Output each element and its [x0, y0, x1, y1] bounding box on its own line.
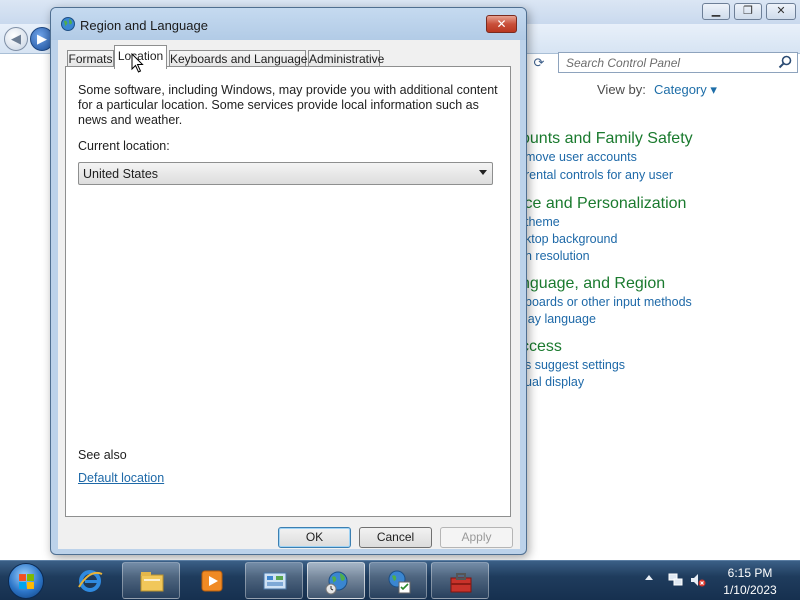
- taskbar-internet-explorer[interactable]: [61, 562, 119, 599]
- cancel-button[interactable]: Cancel: [359, 527, 432, 548]
- toolbox-icon: [450, 573, 472, 593]
- close-button[interactable]: ✕: [766, 3, 796, 20]
- region-settings-icon: [388, 570, 411, 594]
- category-link[interactable]: s suggest settings: [525, 358, 625, 372]
- control-panel-icon: [263, 572, 287, 590]
- apply-button[interactable]: Apply: [440, 527, 513, 548]
- category-heading-ease-of-access[interactable]: ccess: [521, 338, 562, 356]
- windows-logo-icon: [19, 574, 34, 589]
- dialog-titlebar[interactable]: Region and Language ✕: [51, 8, 526, 40]
- mouse-cursor-icon: [131, 53, 144, 73]
- category-heading-clock-language-region[interactable]: nguage, and Region: [521, 275, 665, 293]
- category-link[interactable]: n resolution: [525, 249, 590, 263]
- back-arrow-icon[interactable]: ◀: [4, 27, 28, 51]
- windows-explorer-icon: [140, 572, 164, 592]
- category-heading-user-accounts[interactable]: ounts and Family Safety: [521, 130, 693, 148]
- ok-button[interactable]: OK: [278, 527, 351, 548]
- search-icon[interactable]: [777, 54, 793, 70]
- category-link[interactable]: rental controls for any user: [525, 168, 673, 182]
- location-tab-panel: Some software, including Windows, may pr…: [65, 66, 511, 517]
- network-icon[interactable]: [668, 572, 684, 588]
- category-link[interactable]: move user accounts: [525, 150, 637, 164]
- minimize-button[interactable]: ▁: [702, 3, 730, 20]
- current-location-select[interactable]: United States: [78, 162, 493, 185]
- taskbar-region-settings[interactable]: [369, 562, 427, 599]
- refresh-icon[interactable]: ⟳: [528, 53, 550, 73]
- category-link[interactable]: ktop background: [525, 232, 617, 246]
- start-button[interactable]: [8, 563, 44, 599]
- category-link[interactable]: lay language: [525, 312, 596, 326]
- taskbar-media-player[interactable]: [183, 562, 241, 599]
- current-location-label: Current location:: [78, 139, 170, 153]
- media-player-icon: [201, 570, 223, 592]
- taskbar: 6:15 PM 1/10/2023: [0, 560, 800, 600]
- clock-date[interactable]: 1/10/2023: [710, 583, 790, 597]
- view-by-label: View by:: [597, 82, 646, 97]
- taskbar-windows-explorer[interactable]: [122, 562, 180, 599]
- view-by-dropdown[interactable]: Category ▾: [654, 82, 717, 98]
- internet-explorer-icon: [78, 570, 103, 592]
- clock-time[interactable]: 6:15 PM: [710, 566, 790, 580]
- search-input[interactable]: [559, 53, 771, 72]
- dialog-body: Formats Location Keyboards and Languages…: [58, 40, 520, 549]
- location-description: Some software, including Windows, may pr…: [78, 83, 498, 127]
- dropdown-arrow-icon: [479, 170, 487, 175]
- region-language-dialog: Region and Language ✕ Formats Location K…: [50, 7, 527, 555]
- dialog-close-button[interactable]: ✕: [486, 15, 517, 33]
- category-link[interactable]: ual display: [525, 375, 584, 389]
- dialog-title: Region and Language: [80, 18, 208, 33]
- region-language-globe-icon: [325, 571, 348, 595]
- taskbar-toolbox[interactable]: [431, 562, 489, 599]
- taskbar-control-panel[interactable]: [245, 562, 303, 599]
- category-link[interactable]: theme: [525, 215, 560, 229]
- see-also-label: See also: [78, 448, 127, 462]
- globe-icon: [61, 17, 75, 31]
- volume-muted-icon[interactable]: [690, 572, 706, 588]
- maximize-button[interactable]: ❐: [734, 3, 762, 20]
- show-hidden-icons-arrow[interactable]: [645, 575, 653, 580]
- taskbar-region-language[interactable]: [307, 562, 365, 599]
- default-location-link[interactable]: Default location: [78, 471, 164, 485]
- search-box[interactable]: [558, 52, 798, 73]
- current-location-value: United States: [83, 167, 159, 181]
- category-link[interactable]: boards or other input methods: [525, 295, 692, 309]
- category-heading-appearance[interactable]: ice and Personalization: [521, 195, 686, 213]
